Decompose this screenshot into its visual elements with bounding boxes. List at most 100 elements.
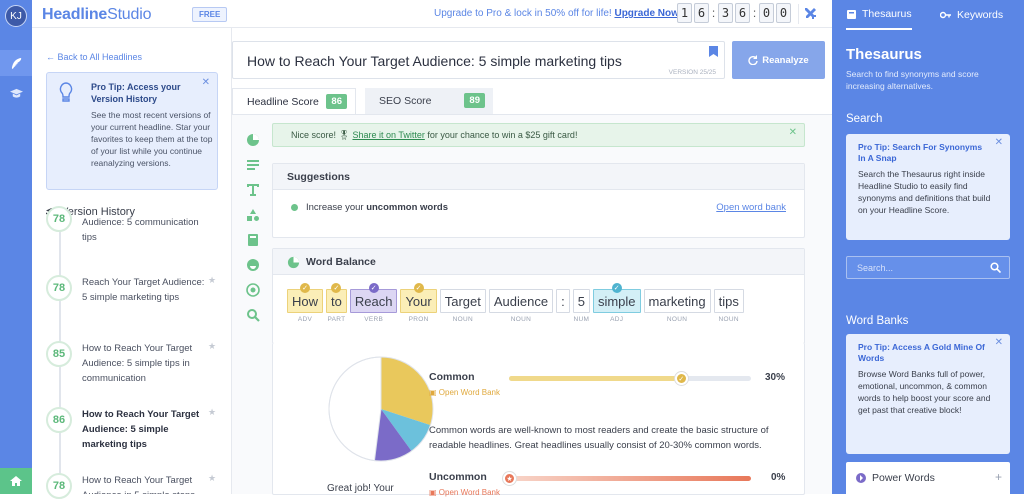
close-icon[interactable]: ✕ [995, 137, 1003, 148]
word-chip-text: 5 [572, 289, 590, 313]
version-item[interactable]: 78 Reach Your Target Audience: 5 simple … [46, 275, 226, 325]
word-chip[interactable]: 5 NUM [572, 289, 590, 323]
tab-headline-score[interactable]: Headline Score 86 [232, 88, 356, 114]
word-chip[interactable]: tips NOUN [713, 289, 744, 323]
graduation-cap-icon [9, 88, 23, 98]
plan-badge: FREE [192, 7, 228, 22]
word-chips: How ADV ✓ to PART ✓ Reach VERB ✓ Your PRON ✓ Target N… [287, 283, 744, 323]
word-type-marker-icon: ✓ [368, 283, 379, 293]
version-score: 78 [46, 206, 72, 232]
back-link[interactable]: ← Back to All Headlines [46, 52, 142, 62]
typography-icon[interactable] [246, 183, 260, 197]
timer-colon: : [752, 6, 757, 20]
version-score: 78 [46, 275, 72, 301]
tab-keywords[interactable]: Keywords [940, 0, 1003, 30]
logo[interactable]: HeadlineStudio [42, 6, 151, 24]
timer-digit: 6 [694, 3, 709, 23]
common-word-bank-link[interactable]: ▣ Open Word Bank [429, 388, 500, 397]
word-chip[interactable]: : [556, 289, 570, 323]
version-text: How to Reach Your Target Audience: 5 sim… [82, 343, 193, 384]
tip-title: Pro Tip: Access A Gold Mine Of Words [858, 342, 985, 363]
word-chip[interactable]: to PART ✓ [326, 283, 347, 323]
word-chip-tag: NOUN [718, 316, 739, 323]
notice-text: Nice score! 🎖 [291, 130, 350, 140]
smile-icon[interactable] [246, 258, 260, 272]
upgrade-now-link[interactable]: Upgrade Now [614, 8, 678, 19]
tab-seo-score[interactable]: SEO Score 89 [365, 88, 493, 114]
word-chip[interactable]: Reach VERB ✓ [349, 283, 398, 323]
logo-part-a: Headline [42, 6, 108, 23]
power-icon [856, 473, 866, 483]
star-icon[interactable]: ★ [208, 473, 216, 484]
word-chip-tag: NOUN [452, 316, 473, 323]
word-balance-title: Word Balance [306, 256, 376, 268]
pie-chart-icon[interactable] [246, 133, 260, 147]
reanalyze-button[interactable]: Reanalyze [732, 41, 825, 79]
search-section-title: Search [846, 113, 883, 125]
lines-icon[interactable] [246, 158, 260, 172]
thesaurus-panel: Thesaurus Keywords Thesaurus Search to f… [832, 0, 1024, 494]
version-score: 85 [46, 341, 72, 367]
lightbulb-icon [59, 82, 73, 102]
star-icon[interactable]: ★ [208, 341, 216, 352]
logo-part-b: Studio [107, 6, 152, 23]
word-chip[interactable]: simple ADJ ✓ [592, 283, 641, 323]
bookmark-icon[interactable] [709, 46, 718, 57]
shapes-icon[interactable] [246, 208, 260, 222]
suggestion-item: Increase your uncommon words [291, 202, 448, 213]
search-icon[interactable] [990, 262, 1001, 273]
book-icon[interactable] [246, 233, 260, 247]
share-twitter-link[interactable]: Share it on Twitter [352, 130, 424, 140]
upgrade-text: Upgrade to Pro & lock in 50% off for lif… [434, 8, 612, 19]
tip-title: Pro Tip: Search For Synonyms In A Snap [858, 142, 983, 163]
tab-thesaurus[interactable]: Thesaurus [846, 0, 912, 30]
thesaurus-search-input[interactable]: Search... [846, 256, 1010, 279]
avatar[interactable]: KJ [5, 5, 27, 27]
status-dot [291, 204, 298, 211]
share-notice: Nice score! 🎖 Share it on Twitter for yo… [272, 123, 805, 147]
tip-description: See the most recent versions of your cur… [91, 110, 213, 168]
word-chip-text: tips [713, 289, 744, 313]
timer-digit: 0 [759, 3, 774, 23]
open-word-bank-link[interactable]: Open word bank [716, 202, 786, 213]
word-chip-tag: ADV [297, 316, 313, 323]
tools-icon[interactable] [802, 6, 818, 22]
main-panel: How to Reach Your Target Audience: 5 sim… [232, 28, 832, 497]
word-chip[interactable]: How ADV ✓ [287, 283, 324, 323]
star-icon[interactable]: ★ [208, 275, 216, 286]
search-placeholder: Search... [857, 263, 894, 273]
uncommon-word-bank-link[interactable]: ▣ Open Word Bank [429, 488, 500, 497]
timer-digit: 1 [677, 3, 692, 23]
word-chip[interactable]: marketing NOUN [643, 289, 711, 323]
search-icon[interactable] [246, 308, 260, 322]
power-words-item[interactable]: Power Words + [846, 462, 1010, 494]
academy-nav-button[interactable] [0, 80, 32, 106]
close-icon[interactable]: ✕ [995, 337, 1003, 348]
version-history-tip: Pro Tip: Access your Version History See… [46, 72, 218, 190]
headlines-nav-button[interactable] [0, 50, 32, 76]
word-chip[interactable]: Target NOUN [439, 289, 486, 323]
version-item[interactable]: 78 Audience: 5 communication tips [46, 206, 226, 254]
pie-chart-icon [287, 256, 300, 269]
headline-input[interactable]: How to Reach Your Target Audience: 5 sim… [232, 41, 725, 79]
plus-icon[interactable]: + [995, 470, 1002, 484]
star-icon[interactable]: ★ [208, 407, 216, 418]
word-chip[interactable]: Your PRON ✓ [400, 283, 437, 323]
close-icon[interactable]: ✕ [789, 127, 797, 138]
word-chip-text: Target [439, 289, 486, 313]
notice-text: for your chance to win a $25 gift card! [427, 130, 578, 140]
thesaurus-title: Thesaurus [846, 46, 922, 63]
home-button[interactable] [0, 468, 32, 494]
power-words-label: Power Words [872, 472, 935, 484]
tip-description: Search the Thesaurus right inside Headli… [858, 169, 991, 215]
headline-text[interactable]: How to Reach Your Target Audience: 5 sim… [247, 53, 622, 69]
section-nav [246, 133, 262, 333]
target-icon[interactable] [246, 283, 260, 297]
version-item[interactable]: 85 How to Reach Your Target Audience: 5 … [46, 341, 226, 391]
seo-score-badge: 89 [464, 93, 485, 108]
version-item-selected[interactable]: 86 How to Reach Your Target Audience: 5 … [46, 407, 226, 457]
book-icon [847, 9, 856, 19]
word-chip[interactable]: Audience NOUN [488, 289, 554, 323]
close-icon[interactable]: ✕ [202, 77, 210, 88]
version-item[interactable]: 78 How to Reach Your Target Audience in … [46, 473, 226, 503]
